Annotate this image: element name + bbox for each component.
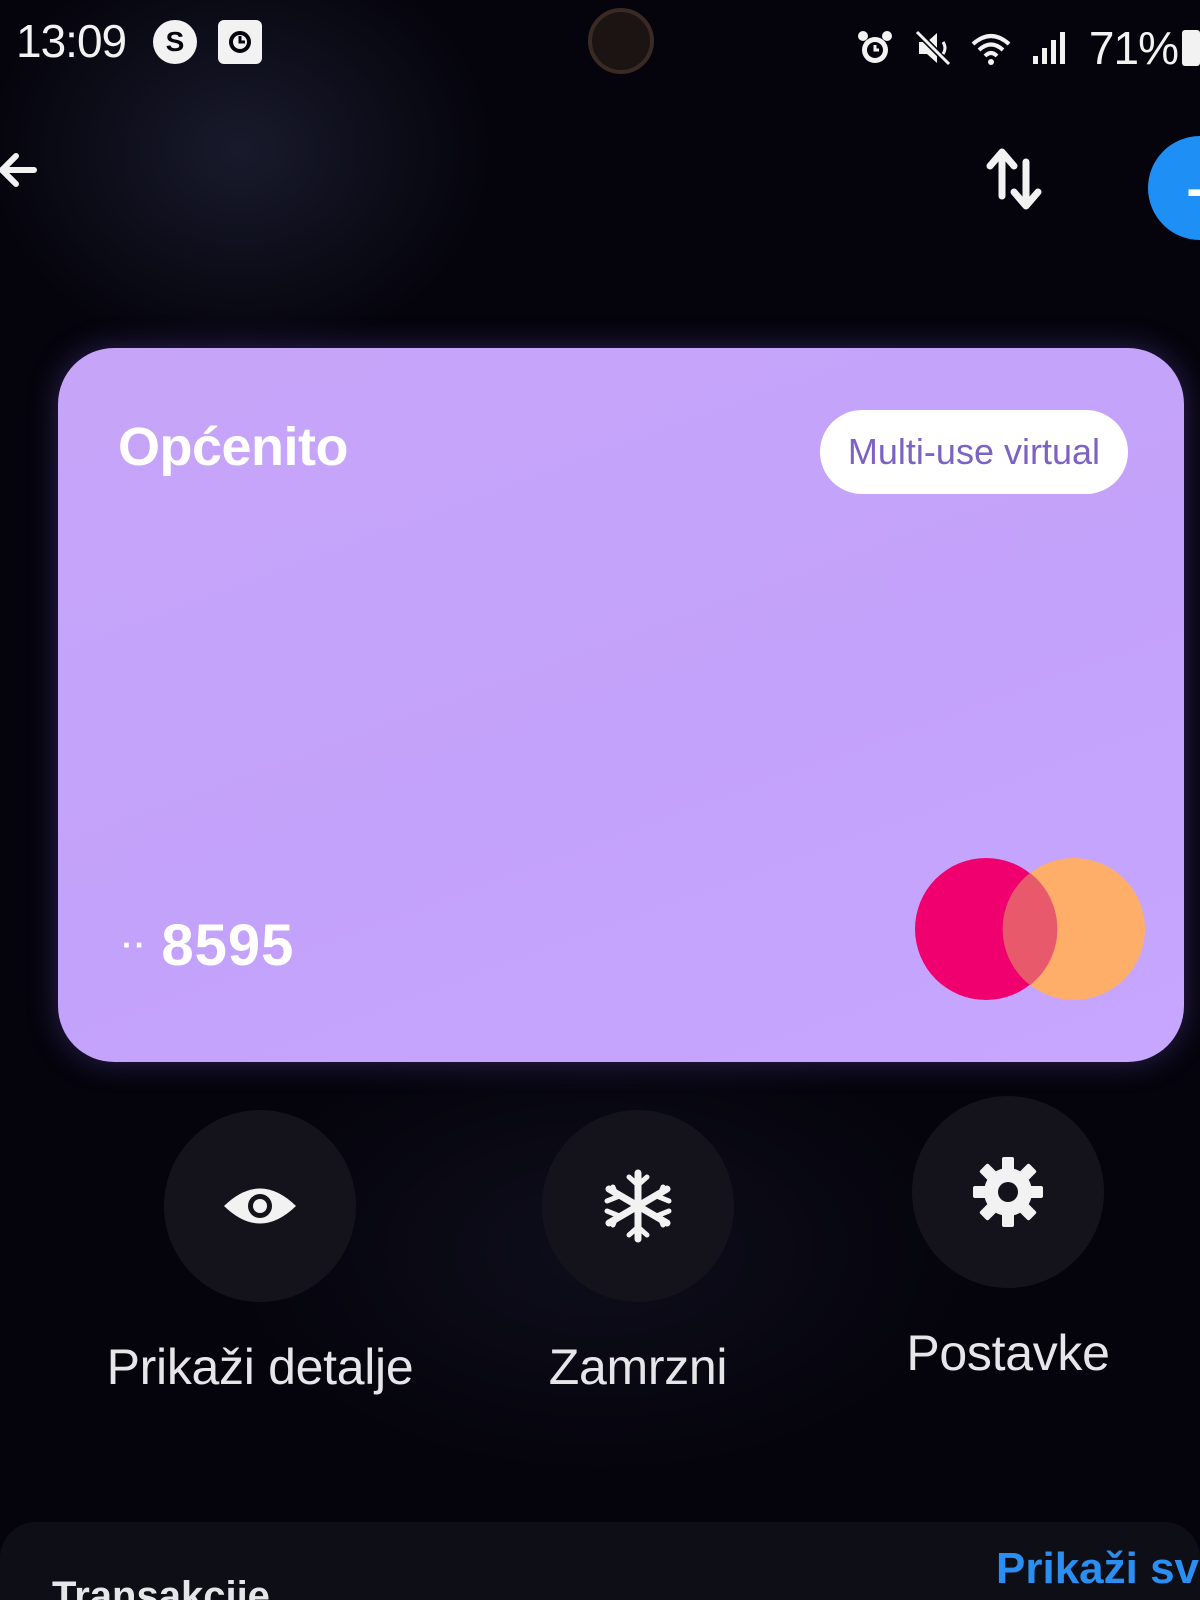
signal-icon <box>1027 26 1071 70</box>
eye-icon <box>224 1188 296 1224</box>
status-icons: 71% <box>853 18 1200 78</box>
card-masked-dots: ·· <box>122 927 148 963</box>
virtual-card[interactable]: Općenito Multi-use virtual ·· 8595 <box>58 348 1184 1062</box>
screen: 13:09 S 71% Općenito Multi-use virtual ·… <box>0 0 1200 1600</box>
view-all-link[interactable]: Prikaži sve <box>996 1544 1200 1594</box>
settings-icon-circle[interactable] <box>912 1096 1104 1288</box>
mute-icon <box>911 26 955 70</box>
top-bar: + <box>0 120 1200 240</box>
transactions-title: Transakcije <box>52 1574 270 1600</box>
status-bar: 13:09 S 71% <box>0 0 1200 90</box>
battery-icon <box>1182 30 1200 66</box>
show-details-label: Prikaži detalje <box>106 1339 414 1395</box>
s-app-icon: S <box>153 20 197 64</box>
settings-label: Postavke <box>906 1325 1110 1381</box>
transactions-sheet: Transakcije Prikaži sve <box>0 1522 1200 1600</box>
wifi-icon <box>969 26 1013 70</box>
show-details-button[interactable]: Prikaži detalje <box>80 1110 440 1396</box>
card-number: ·· 8595 <box>122 912 294 979</box>
camera-cutout <box>588 8 654 74</box>
gear-icon <box>973 1157 1043 1227</box>
sort-arrows-icon <box>986 148 1042 210</box>
card-last4: 8595 <box>161 913 295 978</box>
mastercard-logo <box>915 858 1145 1000</box>
snowflake-icon <box>604 1169 672 1243</box>
back-button[interactable] <box>0 140 54 200</box>
back-arrow-icon <box>0 153 37 187</box>
battery-percent: 71% <box>1088 22 1179 74</box>
show-details-icon-circle[interactable] <box>164 1110 356 1302</box>
card-name: Općenito <box>118 417 349 477</box>
screenshot-icon <box>218 20 262 64</box>
alarm-icon <box>853 26 897 70</box>
freeze-icon-circle[interactable] <box>542 1110 734 1302</box>
settings-button[interactable]: Postavke <box>828 1096 1188 1382</box>
card-actions: Prikaži detalje Zamrzni Postavke <box>0 1096 1200 1430</box>
add-button[interactable]: + <box>1148 136 1200 240</box>
status-time: 13:09 <box>16 15 127 67</box>
freeze-button[interactable]: Zamrzni <box>458 1110 818 1396</box>
sort-button[interactable] <box>982 144 1050 214</box>
plus-icon: + <box>1186 158 1200 227</box>
card-type-badge: Multi-use virtual <box>819 410 1128 494</box>
freeze-label: Zamrzni <box>548 1339 728 1395</box>
